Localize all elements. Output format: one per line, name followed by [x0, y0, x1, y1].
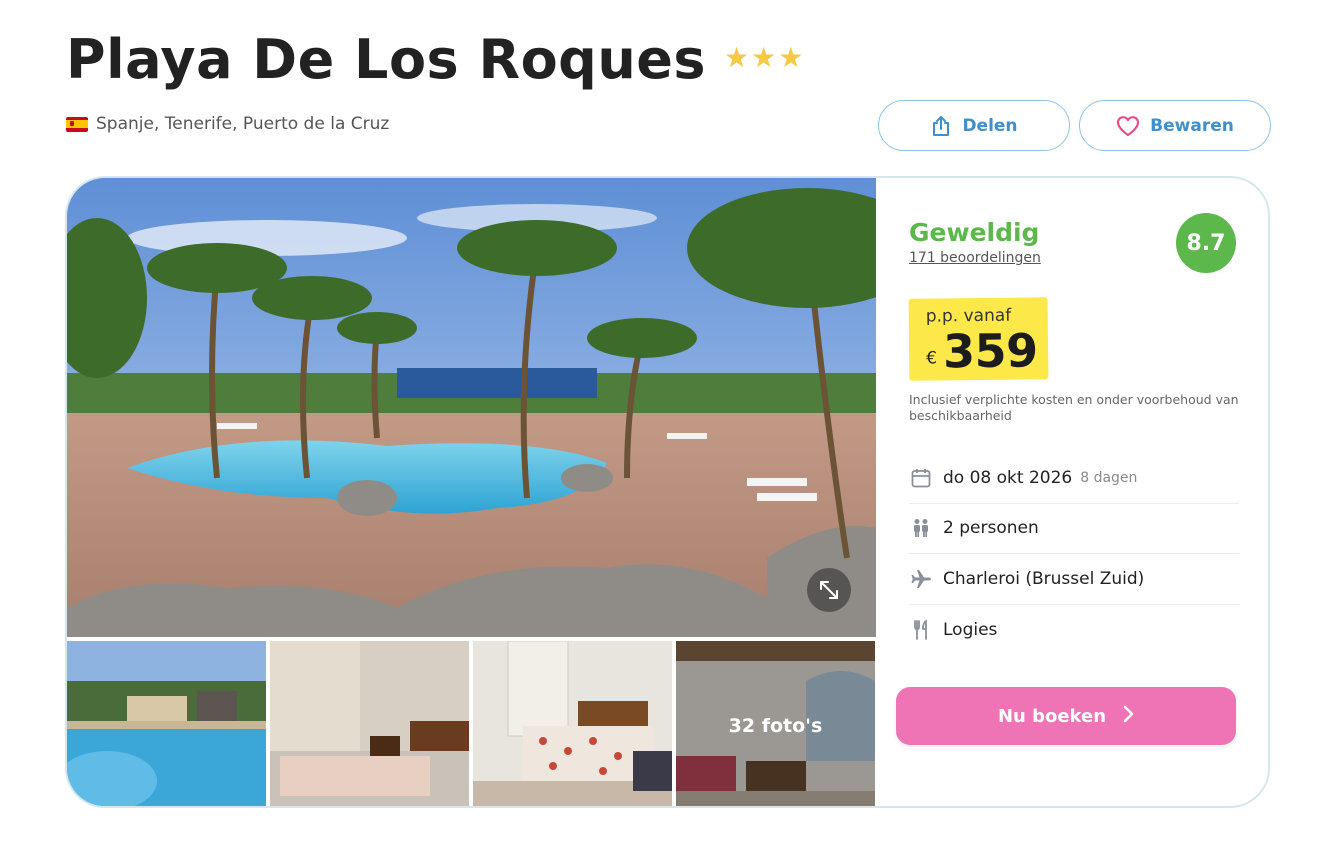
- star-icon: ★: [778, 41, 804, 74]
- booking-panel: Geweldig 171 beoordelingen 8.7 p.p. vana…: [876, 178, 1268, 806]
- price-currency: €: [926, 348, 938, 369]
- share-label: Delen: [962, 115, 1018, 136]
- detail-departure[interactable]: Charleroi (Brussel Zuid): [909, 554, 1239, 605]
- price-amount: 359: [942, 323, 1038, 379]
- star-icon: ★: [724, 41, 750, 74]
- detail-date[interactable]: do 08 okt 2026 8 dagen: [909, 453, 1239, 504]
- save-label: Bewaren: [1150, 115, 1234, 136]
- rating-score-badge: 8.7: [1176, 213, 1236, 273]
- detail-board[interactable]: Logies: [909, 605, 1239, 656]
- book-now-label: Nu boeken: [997, 705, 1107, 727]
- cutlery-icon: [909, 618, 933, 642]
- thumbnail-strip: 32 foto's: [67, 641, 876, 806]
- title-row: Playa De Los Roques ★ ★ ★: [66, 24, 803, 96]
- photo-count-overlay[interactable]: 32 foto's: [676, 641, 875, 806]
- detail-departure-text: Charleroi (Brussel Zuid): [943, 568, 1145, 589]
- detail-board-text: Logies: [943, 619, 998, 640]
- thumbnail-pool[interactable]: [67, 641, 266, 806]
- expand-icon: [817, 578, 841, 602]
- location: Spanje, Tenerife, Puerto de la Cruz: [66, 114, 389, 134]
- expand-gallery-button[interactable]: [807, 568, 851, 612]
- spain-flag-icon: [66, 116, 88, 132]
- trip-details: do 08 okt 2026 8 dagen 2 personen Charle…: [909, 453, 1239, 655]
- people-icon: [909, 516, 933, 540]
- book-now-button[interactable]: Nu boeken: [896, 687, 1236, 745]
- save-button[interactable]: Bewaren: [1079, 100, 1271, 151]
- star-rating: ★ ★ ★: [724, 44, 803, 72]
- page-title: Playa De Los Roques: [66, 28, 707, 91]
- share-icon: [930, 115, 952, 137]
- chevron-right-icon: [1122, 705, 1134, 728]
- plane-icon: [909, 567, 933, 591]
- thumbnail-living-room[interactable]: 32 foto's: [676, 641, 875, 806]
- reviews-link[interactable]: 171 beoordelingen: [909, 250, 1041, 266]
- location-text: Spanje, Tenerife, Puerto de la Cruz: [96, 114, 390, 134]
- share-button[interactable]: Delen: [878, 100, 1070, 151]
- price-note: Inclusief verplichte kosten en onder voo…: [909, 392, 1239, 423]
- detail-date-text: do 08 okt 2026: [943, 467, 1073, 488]
- detail-duration-text: 8 dagen: [1080, 469, 1138, 486]
- detail-persons-text: 2 personen: [943, 518, 1039, 539]
- thumbnail-bedroom-1[interactable]: [270, 641, 469, 806]
- calendar-icon: [909, 466, 933, 490]
- hotel-card: 32 foto's Geweldig 171 beoordelingen 8.7…: [65, 176, 1270, 808]
- thumbnail-bedroom-2[interactable]: [473, 641, 672, 806]
- price-box: p.p. vanaf € 359: [908, 297, 1049, 381]
- detail-persons[interactable]: 2 personen: [909, 504, 1239, 554]
- heart-icon: [1116, 115, 1140, 137]
- rating-word: Geweldig: [909, 218, 1040, 247]
- star-icon: ★: [751, 41, 777, 74]
- hero-photo[interactable]: [67, 178, 876, 637]
